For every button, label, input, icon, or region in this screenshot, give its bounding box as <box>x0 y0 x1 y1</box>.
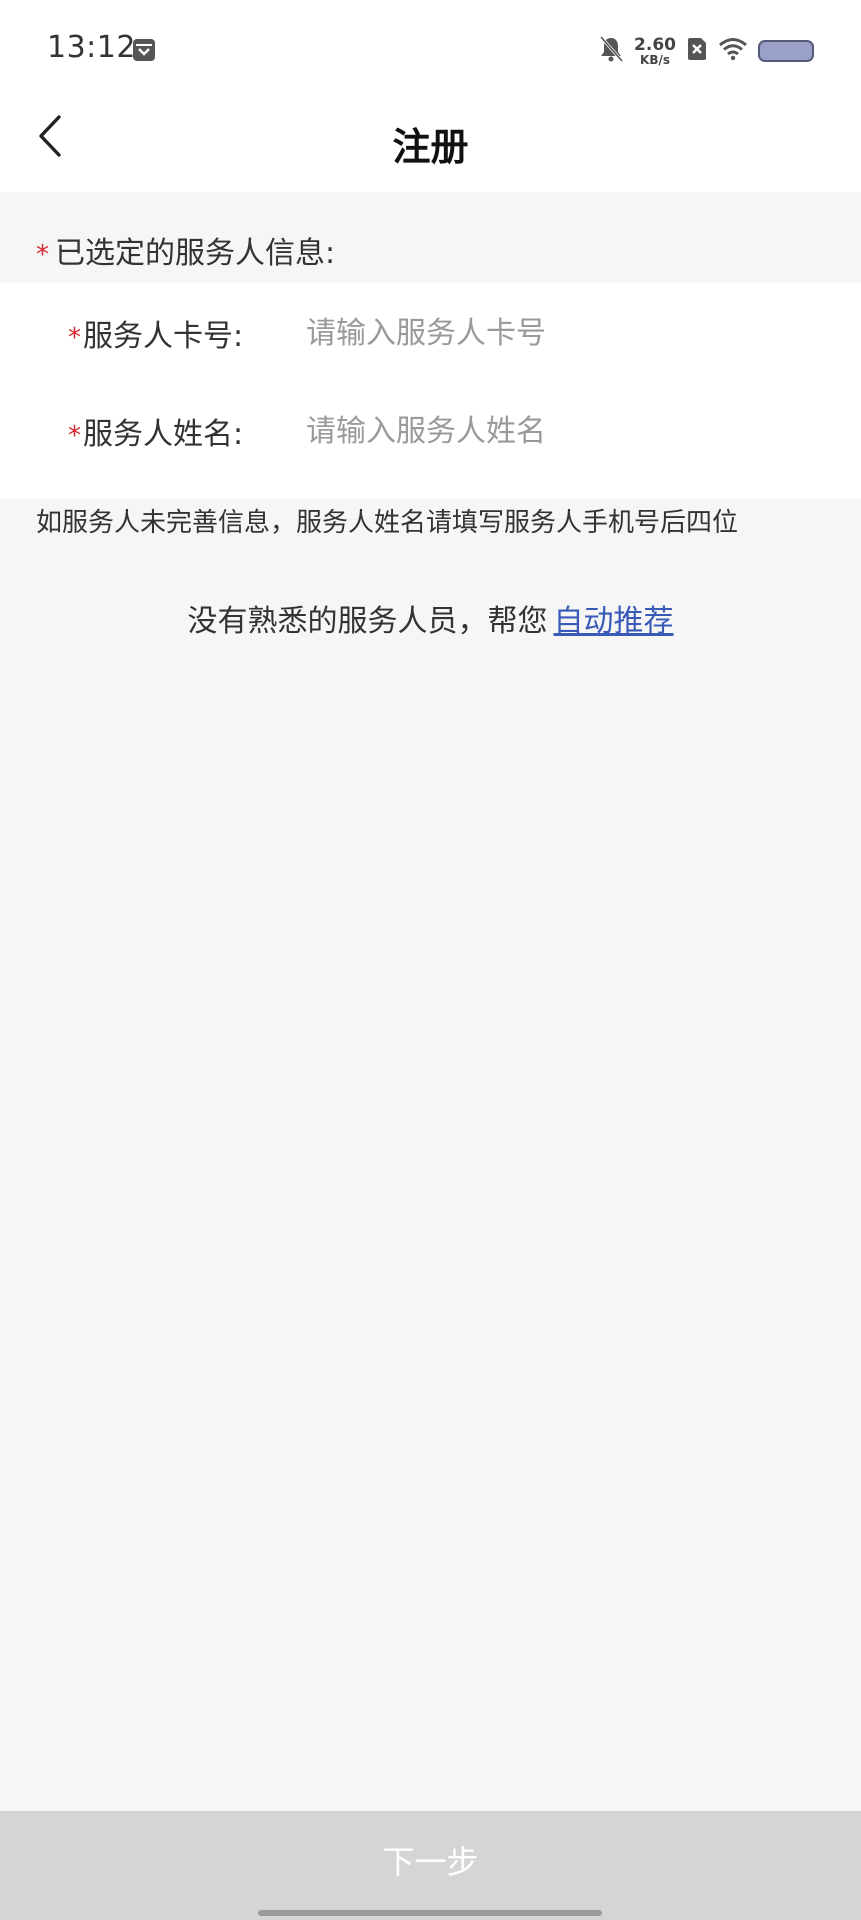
card-number-row: *服务人卡号: <box>0 303 861 363</box>
required-mark: * <box>68 421 81 451</box>
card-number-input[interactable] <box>306 315 806 351</box>
name-label-text: 服务人姓名: <box>83 417 244 452</box>
hint-text: 如服务人未完善信息，服务人姓名请填写服务人手机号后四位 <box>36 508 739 538</box>
nav-bar: 注册 <box>0 100 861 192</box>
wifi-icon <box>718 37 748 65</box>
section-title: 已选定的服务人信息: <box>55 236 336 271</box>
required-mark: * <box>36 240 49 270</box>
name-label: *服务人姓名: <box>68 409 306 453</box>
name-row: *服务人姓名: <box>0 401 861 461</box>
battery-icon <box>758 40 814 62</box>
sim-off-icon <box>686 36 708 66</box>
card-number-label: *服务人卡号: <box>68 311 306 355</box>
status-time: 13:12 <box>47 30 136 65</box>
page-title: 注册 <box>392 125 469 169</box>
card-number-label-text: 服务人卡号: <box>83 319 244 354</box>
home-indicator[interactable] <box>258 1910 602 1916</box>
name-input[interactable] <box>306 413 806 449</box>
recommend-text: 没有熟悉的服务人员，帮您 <box>187 604 548 639</box>
status-indicators: 2.60 KB/s <box>598 34 814 68</box>
section-header: * 已选定的服务人信息: <box>36 228 335 272</box>
required-mark: * <box>68 323 81 353</box>
bell-off-icon <box>598 35 624 67</box>
net-speed-value: 2.60 <box>634 34 676 55</box>
auto-recommend-link[interactable]: 自动推荐 <box>554 604 674 639</box>
net-speed-unit: KB/s <box>640 52 671 67</box>
next-step-button[interactable]: 下一步 <box>0 1811 861 1920</box>
server-info-form: *服务人卡号: *服务人姓名: <box>0 283 861 499</box>
recommend-line: 没有熟悉的服务人员，帮您 自动推荐 <box>0 596 861 640</box>
box-icon <box>132 37 156 63</box>
net-speed: 2.60 KB/s <box>634 34 676 67</box>
status-bar: 13:12 2.60 KB/s <box>0 0 861 100</box>
